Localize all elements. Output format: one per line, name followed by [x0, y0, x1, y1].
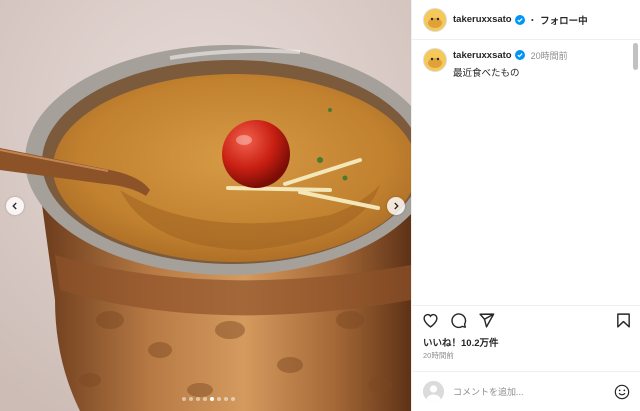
carousel-dot — [182, 397, 186, 401]
comment-bar: コメントを追加... — [412, 371, 640, 411]
verified-icon — [514, 14, 525, 25]
post-time: 20時間前 — [423, 351, 454, 360]
comment-button[interactable] — [448, 311, 468, 331]
chevron-left-icon — [12, 202, 17, 210]
like-button[interactable] — [420, 311, 440, 331]
like-count[interactable]: いいね！10.2万件 — [423, 335, 499, 349]
caption: takeruxxsato 20時間前 最近食べたもの — [412, 40, 640, 79]
post-sidebar: takeruxxsato ・ フォロー中 takeruxxsato 20時間前 — [411, 0, 640, 411]
save-button[interactable] — [613, 311, 633, 331]
bookmark-icon — [616, 313, 630, 328]
chevron-right-icon — [394, 202, 399, 210]
carousel-next-button[interactable] — [387, 197, 405, 215]
author-avatar[interactable] — [423, 7, 447, 32]
emoji-icon[interactable] — [614, 384, 630, 400]
scrollbar-thumb[interactable] — [633, 43, 638, 70]
post-header: takeruxxsato ・ フォロー中 — [412, 0, 640, 40]
caption-avatar[interactable] — [423, 48, 447, 72]
share-button[interactable] — [476, 311, 496, 331]
following-button[interactable]: フォロー中 — [540, 13, 588, 27]
comment-input[interactable]: コメントを追加... — [453, 385, 614, 398]
curry-photo — [0, 0, 411, 411]
author-username[interactable]: takeruxxsato — [453, 14, 512, 25]
header-separator: ・ — [527, 15, 538, 27]
carousel-dot — [210, 397, 214, 401]
caption-text: 最近食べたもの — [453, 68, 520, 79]
avatar-icon — [423, 381, 444, 402]
share-icon — [478, 313, 494, 328]
heart-icon — [422, 313, 438, 328]
avatar-icon — [424, 8, 446, 31]
carousel-dot — [189, 397, 193, 401]
caption-time: 20時間前 — [530, 50, 568, 61]
caption-username[interactable]: takeruxxsato — [453, 50, 512, 61]
carousel-prev-button[interactable] — [6, 197, 24, 215]
carousel-indicator — [182, 397, 235, 401]
carousel-dot — [231, 397, 235, 401]
caption-body: takeruxxsato 20時間前 最近食べたもの — [453, 48, 568, 80]
post-media — [0, 0, 411, 411]
caption-meta: takeruxxsato 20時間前 — [453, 48, 568, 62]
carousel-dot — [217, 397, 221, 401]
avatar-icon — [424, 49, 446, 71]
carousel-dot — [203, 397, 207, 401]
carousel-dot — [224, 397, 228, 401]
verified-icon — [514, 50, 525, 60]
comment-icon — [450, 313, 466, 329]
carousel-dot — [196, 397, 200, 401]
action-bar — [412, 305, 640, 335]
viewer-avatar — [423, 381, 444, 402]
